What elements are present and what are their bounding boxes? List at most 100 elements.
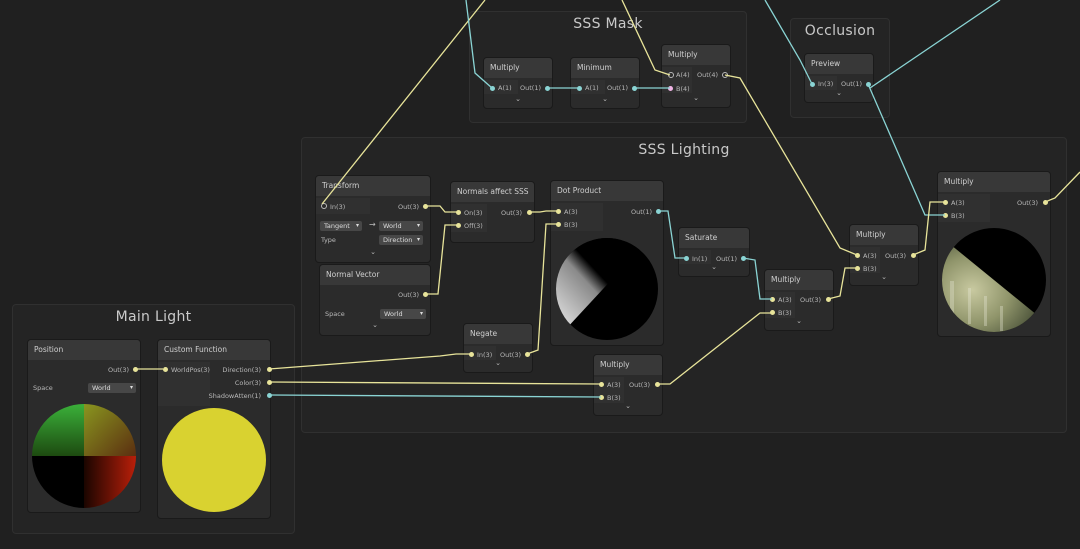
input-port-a[interactable] bbox=[577, 86, 582, 91]
caret-down-icon: ▾ bbox=[416, 222, 420, 229]
input-port-worldpos[interactable] bbox=[163, 367, 168, 372]
output-port[interactable] bbox=[655, 382, 660, 387]
input-port-a[interactable] bbox=[668, 72, 674, 78]
input-port-b[interactable] bbox=[855, 266, 860, 271]
input-port-in[interactable] bbox=[469, 352, 474, 357]
from-space-value: Tangent bbox=[324, 222, 350, 230]
node-mask-multiply-1[interactable]: Multiply A(1) Out(1) ⌄ bbox=[484, 58, 552, 108]
space-value: World bbox=[92, 384, 111, 392]
output-port[interactable] bbox=[741, 256, 746, 261]
chevron-down-icon[interactable]: ⌄ bbox=[679, 263, 749, 271]
chevron-down-icon[interactable]: ⌄ bbox=[320, 321, 430, 329]
input-port-in[interactable] bbox=[684, 256, 689, 261]
node-title: Multiply bbox=[765, 270, 833, 290]
caret-down-icon: ▾ bbox=[355, 222, 359, 229]
node-normal-vector[interactable]: Normal Vector Out(3) Space World ▾ ⌄ bbox=[320, 265, 430, 335]
port-label-a: A(4) bbox=[676, 71, 690, 79]
chevron-down-icon[interactable]: ⌄ bbox=[484, 95, 552, 103]
input-port-b[interactable] bbox=[770, 310, 775, 315]
node-occlusion-preview[interactable]: Preview In(3) Out(1) ⌄ bbox=[805, 54, 873, 102]
input-port-a[interactable] bbox=[770, 297, 775, 302]
chevron-down-icon[interactable]: ⌄ bbox=[805, 89, 873, 97]
input-port-on[interactable] bbox=[456, 210, 461, 215]
port-label-a: A(3) bbox=[564, 208, 578, 216]
chevron-down-icon[interactable]: ⌄ bbox=[571, 95, 639, 103]
node-lighting-multiply-2[interactable]: Multiply A(3) B(3) Out(3) ⌄ bbox=[850, 225, 918, 285]
input-port-a[interactable] bbox=[556, 209, 561, 214]
chevron-down-icon[interactable]: ⌄ bbox=[662, 94, 730, 102]
output-port-direction[interactable] bbox=[267, 367, 272, 372]
node-negate[interactable]: Negate In(3) Out(3) ⌄ bbox=[464, 324, 532, 372]
output-port[interactable] bbox=[911, 253, 916, 258]
node-position[interactable]: Position Out(3) Space World ▾ bbox=[28, 340, 140, 512]
chevron-down-icon[interactable]: ⌄ bbox=[850, 273, 918, 281]
port-label-out: Out(3) bbox=[398, 203, 419, 211]
output-port[interactable] bbox=[866, 82, 871, 87]
node-title: Multiply bbox=[484, 58, 552, 78]
caret-down-icon: ▾ bbox=[416, 236, 420, 243]
space-label: Space bbox=[33, 384, 53, 392]
to-space-dropdown[interactable]: World ▾ bbox=[379, 221, 423, 231]
chevron-down-icon[interactable]: ⌄ bbox=[464, 359, 532, 367]
output-port-color[interactable] bbox=[267, 380, 272, 385]
port-label-on: On(3) bbox=[464, 209, 483, 217]
port-label-color: Color(3) bbox=[234, 379, 261, 387]
input-port-b[interactable] bbox=[599, 395, 604, 400]
node-lighting-multiply-1[interactable]: Multiply A(3) B(3) Out(3) ⌄ bbox=[765, 270, 833, 330]
output-port[interactable] bbox=[1043, 200, 1048, 205]
output-port[interactable] bbox=[656, 209, 661, 214]
input-port-a[interactable] bbox=[943, 200, 948, 205]
input-port-off[interactable] bbox=[456, 223, 461, 228]
node-minimum[interactable]: Minimum A(1) Out(1) ⌄ bbox=[571, 58, 639, 108]
input-port-b[interactable] bbox=[556, 222, 561, 227]
node-saturate[interactable]: Saturate In(1) Out(1) ⌄ bbox=[679, 228, 749, 276]
output-port[interactable] bbox=[826, 297, 831, 302]
node-normals-affect-sss[interactable]: Normals affect SSS On(3) Off(3) Out(3) bbox=[451, 182, 534, 242]
output-port[interactable] bbox=[525, 352, 530, 357]
node-custom-function[interactable]: Custom Function WorldPos(3) Direction(3)… bbox=[158, 340, 272, 518]
output-port[interactable] bbox=[545, 86, 550, 91]
chevron-down-icon[interactable]: ⌄ bbox=[594, 402, 662, 410]
chevron-down-icon[interactable]: ⌄ bbox=[316, 248, 430, 256]
output-port[interactable] bbox=[423, 292, 428, 297]
node-lighting-multiply-3[interactable]: Multiply A(3) B(3) Out(3) ⌄ bbox=[594, 355, 662, 415]
port-label-out: Out(3) bbox=[398, 291, 419, 299]
type-dropdown[interactable]: Direction ▾ bbox=[379, 235, 423, 245]
caret-down-icon: ▾ bbox=[129, 384, 133, 391]
node-dot-product[interactable]: Dot Product A(3) B(3) Out(1) bbox=[551, 181, 663, 345]
space-dropdown[interactable]: World ▾ bbox=[380, 309, 426, 319]
port-label-b: B(4) bbox=[676, 85, 690, 93]
type-label: Type bbox=[321, 236, 336, 244]
input-port-b[interactable] bbox=[668, 86, 673, 91]
input-port-in[interactable] bbox=[321, 203, 327, 209]
input-port-in[interactable] bbox=[810, 82, 815, 87]
input-port-a[interactable] bbox=[490, 86, 495, 91]
port-label-out: Out(3) bbox=[501, 209, 522, 217]
output-port[interactable] bbox=[423, 204, 428, 209]
group-title-main-light: Main Light bbox=[115, 309, 192, 325]
input-port-b[interactable] bbox=[943, 213, 948, 218]
caret-down-icon: ▾ bbox=[419, 310, 423, 317]
type-value: Direction bbox=[383, 236, 413, 244]
chevron-down-icon[interactable]: ⌄ bbox=[765, 317, 833, 325]
space-dropdown[interactable]: World ▾ bbox=[88, 383, 136, 393]
node-title: Multiply bbox=[938, 172, 1050, 192]
position-preview bbox=[30, 400, 138, 510]
output-port[interactable] bbox=[722, 72, 728, 78]
output-port[interactable] bbox=[527, 210, 532, 215]
input-port-a[interactable] bbox=[855, 253, 860, 258]
output-port-shadowatten[interactable] bbox=[267, 393, 272, 398]
port-label-out: Out(3) bbox=[629, 381, 650, 389]
node-final-multiply[interactable]: Multiply A(3) B(3) Out(3) bbox=[938, 172, 1050, 336]
input-port-a[interactable] bbox=[599, 382, 604, 387]
node-transform[interactable]: Transform In(3) Out(3) Tangent ▾ → World ▾… bbox=[316, 176, 430, 262]
node-title: Multiply bbox=[850, 225, 918, 245]
port-label-out: Out(1) bbox=[520, 84, 541, 92]
port-label-b: B(3) bbox=[951, 212, 965, 220]
node-title: Dot Product bbox=[551, 181, 663, 201]
port-label-in: In(3) bbox=[330, 203, 346, 211]
from-space-dropdown[interactable]: Tangent ▾ bbox=[320, 221, 362, 231]
output-port[interactable] bbox=[632, 86, 637, 91]
output-port[interactable] bbox=[133, 367, 138, 372]
node-mask-multiply-2[interactable]: Multiply A(4) B(4) Out(4) ⌄ bbox=[662, 45, 730, 107]
